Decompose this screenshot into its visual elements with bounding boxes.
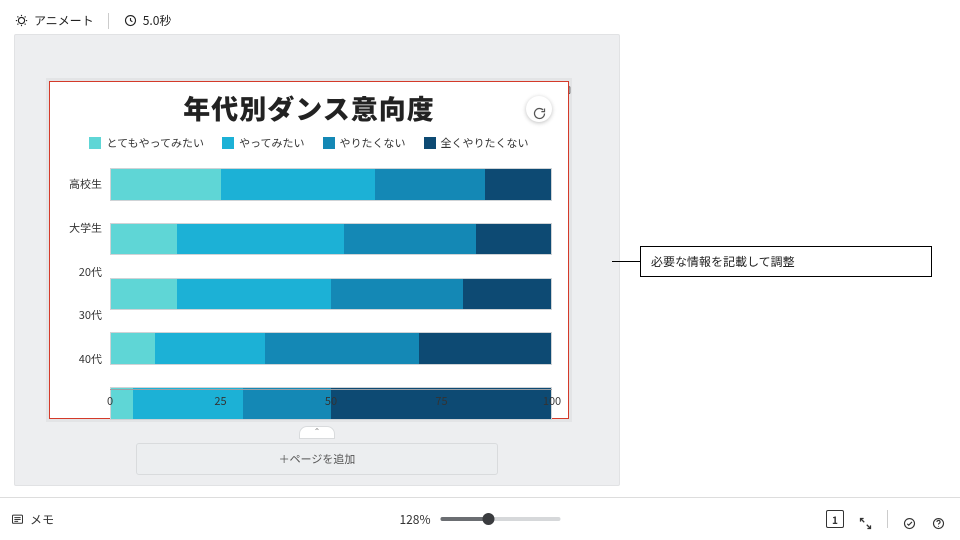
canvas-well: 年代別ダンス意向度 とてもやってみたいやってみたいやりたくない全くやりたくない … <box>14 34 620 486</box>
annotation-text: 必要な情報を記載して調整 <box>640 246 932 277</box>
timer-label: 5.0秒 <box>143 12 172 29</box>
notes-icon <box>10 512 25 527</box>
add-page-button[interactable]: ＋ページを追加 <box>136 443 498 475</box>
help-icon[interactable] <box>931 512 946 527</box>
chart-y-labels: 高校生大学生20代30代40代 <box>58 168 106 386</box>
clock-icon <box>123 13 138 28</box>
chart-x-axis: 0255075100 <box>110 389 552 408</box>
legend-item: 全くやりたくない <box>424 135 529 151</box>
notes-label: メモ <box>30 511 54 528</box>
page-count-button[interactable]: 1 <box>826 510 844 528</box>
annotation-callout: 必要な情報を記載して調整 <box>612 246 932 277</box>
bar-row <box>110 278 552 311</box>
refresh-button[interactable] <box>526 96 552 122</box>
legend-item: やってみたい <box>222 135 304 151</box>
separator <box>887 510 888 528</box>
bar-row <box>110 223 552 256</box>
chart-legend: とてもやってみたい やってみたい やりたくない 全くやりたくない <box>50 135 568 151</box>
toolbar-separator <box>108 13 109 29</box>
notes-button[interactable]: メモ <box>10 511 54 528</box>
refresh-icon <box>532 102 547 117</box>
panel-handle[interactable]: ⌃ <box>299 426 335 439</box>
bar-row <box>110 332 552 365</box>
timer-button[interactable]: 5.0秒 <box>119 8 176 33</box>
legend-item: とてもやってみたい <box>89 135 204 151</box>
bottom-bar: メモ 128% 1 <box>0 497 960 540</box>
zoom-control: 128% <box>399 511 560 528</box>
fullscreen-icon[interactable] <box>858 512 873 527</box>
sparkle-icon <box>14 13 29 28</box>
zoom-value: 128% <box>399 511 430 528</box>
check-circle-icon[interactable] <box>902 512 917 527</box>
zoom-slider[interactable] <box>441 517 561 521</box>
chart-title: 年代別ダンス意向度 <box>50 88 568 127</box>
bar-row <box>110 168 552 201</box>
slide-canvas[interactable]: 年代別ダンス意向度 とてもやってみたいやってみたいやりたくない全くやりたくない … <box>49 81 569 419</box>
animate-label: アニメート <box>34 12 94 29</box>
chart-plot <box>110 168 552 386</box>
legend-item: やりたくない <box>323 135 406 151</box>
animate-button[interactable]: アニメート <box>10 8 98 33</box>
